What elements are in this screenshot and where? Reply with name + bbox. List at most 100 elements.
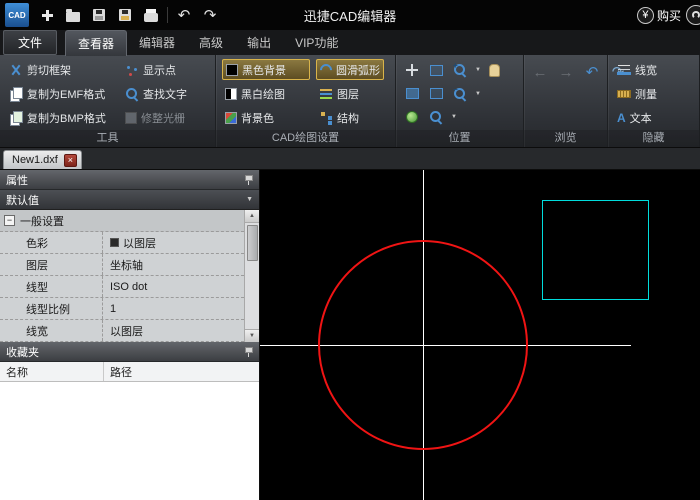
background-color-button[interactable]: 背景色 xyxy=(222,107,310,128)
buy-button[interactable]: ¥ 购买 xyxy=(636,6,681,24)
collapse-icon[interactable]: − xyxy=(4,215,15,226)
print-button[interactable] xyxy=(139,4,163,26)
hand-pan-button[interactable] xyxy=(485,60,505,80)
forward-arrow-icon: → xyxy=(558,63,574,81)
buy-label: 购买 xyxy=(656,8,681,23)
smooth-arc-button[interactable]: 圆滑弧形 xyxy=(316,59,384,80)
pan-icon xyxy=(405,63,419,77)
lineweight-value-text: 以图层 xyxy=(110,325,143,338)
line-width-label: 线宽 xyxy=(635,64,657,77)
find-text-button[interactable]: 查找文字 xyxy=(122,83,190,104)
black-background-icon xyxy=(226,63,238,76)
property-name: 线型比例 xyxy=(0,298,103,319)
zoom-all-dropdown-icon[interactable]: ▼ xyxy=(451,114,457,120)
ribbon: 剪切框架 复制为EMF格式 复制为BMP格式 显示点 查找文字 修整光栅 工具 … xyxy=(0,55,700,148)
property-value[interactable]: 以图层 xyxy=(103,232,244,253)
property-row-lineweight: 线宽 以图层 xyxy=(0,320,244,342)
property-name: 图层 xyxy=(0,254,103,275)
tab-editor[interactable]: 编辑器 xyxy=(127,30,187,55)
new-file-button[interactable] xyxy=(35,4,59,26)
hand-icon xyxy=(489,63,501,77)
scissors-icon xyxy=(9,63,23,77)
red-circle-entity[interactable] xyxy=(318,240,528,450)
pan-button[interactable] xyxy=(402,60,422,80)
property-value[interactable]: 1 xyxy=(103,298,244,319)
zoom-in-button[interactable]: + xyxy=(450,60,470,80)
pin-icon[interactable] xyxy=(244,174,253,185)
app-window: CAD ↶ ↷ 迅捷CAD编辑器 ¥ 购买 文件 查看器 编辑器 高级 输出 V… xyxy=(0,0,700,500)
measure-label: 测量 xyxy=(635,88,657,101)
layers-button[interactable]: 图层 xyxy=(316,83,384,104)
trim-raster-label: 修整光栅 xyxy=(141,112,185,125)
scrollbar-thumb[interactable] xyxy=(246,225,258,261)
tab-viewer[interactable]: 查看器 xyxy=(65,29,128,56)
structure-button[interactable]: 结构 xyxy=(316,107,384,128)
line-width-icon xyxy=(617,63,631,77)
zoom-selected-button[interactable] xyxy=(426,84,446,104)
save-button[interactable] xyxy=(87,4,111,26)
black-background-button[interactable]: 黑色背景 xyxy=(222,59,310,80)
text-button[interactable]: A 文本 xyxy=(614,107,660,128)
group-label-position: 位置 xyxy=(396,130,523,147)
save-as-button[interactable] xyxy=(113,4,137,26)
copy-emf-label: 复制为EMF格式 xyxy=(27,88,106,101)
line-width-button[interactable]: 线宽 xyxy=(614,59,660,80)
document-tab[interactable]: New1.dxf × xyxy=(3,150,82,169)
ribbon-tab-bar: 文件 查看器 编辑器 高级 输出 VIP功能 xyxy=(0,29,700,56)
layer-value-text: 坐标轴 xyxy=(110,259,143,272)
property-grid-scrollbar[interactable]: ▲ ▼ xyxy=(244,210,259,342)
property-value[interactable]: ISO dot xyxy=(103,276,244,297)
support-icon[interactable] xyxy=(686,5,700,25)
scroll-down-icon[interactable]: ▼ xyxy=(245,329,259,342)
bw-drawing-button[interactable]: 黑白绘图 xyxy=(222,83,310,104)
zoom-out-button[interactable]: − xyxy=(450,84,470,104)
view-undo-button[interactable]: ↶ xyxy=(582,62,602,82)
zoom-extents-icon xyxy=(405,88,419,99)
drawing-canvas[interactable] xyxy=(260,170,700,500)
property-group-row: − 一般设置 xyxy=(0,210,244,232)
globe-icon xyxy=(406,111,418,123)
titlebar-separator xyxy=(167,7,168,23)
preset-dropdown[interactable]: 默认值 ▼ xyxy=(0,190,259,210)
save-as-icon xyxy=(119,9,131,21)
properties-panel-header: 属性 xyxy=(0,170,259,190)
tab-advanced[interactable]: 高级 xyxy=(187,30,235,55)
zoom-extents-button[interactable] xyxy=(402,84,422,104)
cyan-rectangle-entity[interactable] xyxy=(542,200,649,300)
pin-icon[interactable] xyxy=(244,346,253,357)
zoom-window-button[interactable] xyxy=(426,60,446,80)
back-button: ← xyxy=(530,62,550,82)
minus-sign: − xyxy=(453,84,458,94)
view-3d-button[interactable] xyxy=(402,107,422,127)
close-tab-icon[interactable]: × xyxy=(63,153,77,167)
cut-frame-button[interactable]: 剪切框架 xyxy=(6,59,116,80)
show-points-button[interactable]: 显示点 xyxy=(122,59,190,80)
tab-vip[interactable]: VIP功能 xyxy=(283,30,350,55)
copy-emf-button[interactable]: 复制为EMF格式 xyxy=(6,83,116,104)
favorites-name-column[interactable]: 名称 xyxy=(0,362,104,381)
redo-icon: ↷ xyxy=(203,6,217,24)
show-points-label: 显示点 xyxy=(143,64,176,77)
undo-icon: ↶ xyxy=(177,6,191,24)
property-value[interactable]: 以图层 xyxy=(103,320,244,341)
app-logo[interactable]: CAD xyxy=(5,3,29,27)
zoom-all-button[interactable] xyxy=(426,107,446,127)
favorites-list-area[interactable] xyxy=(0,382,259,500)
property-name: 线宽 xyxy=(0,320,103,341)
tab-output[interactable]: 输出 xyxy=(235,30,283,55)
copy-bmp-label: 复制为BMP格式 xyxy=(27,112,106,125)
file-menu-button[interactable]: 文件 xyxy=(3,30,58,55)
open-file-button[interactable] xyxy=(61,4,85,26)
zoom-in-dropdown-icon[interactable]: ▼ xyxy=(475,67,481,73)
undo-button[interactable]: ↶ xyxy=(172,4,196,26)
redo-button[interactable]: ↷ xyxy=(198,4,222,26)
structure-icon xyxy=(319,111,333,125)
property-value[interactable]: 坐标轴 xyxy=(103,254,244,275)
property-group-label: 一般设置 xyxy=(20,215,64,228)
yen-icon: ¥ xyxy=(636,6,654,24)
copy-bmp-button[interactable]: 复制为BMP格式 xyxy=(6,107,116,128)
favorites-path-column[interactable]: 路径 xyxy=(104,362,132,381)
scroll-up-icon[interactable]: ▲ xyxy=(245,210,259,223)
zoom-out-dropdown-icon[interactable]: ▼ xyxy=(475,91,481,97)
measure-button[interactable]: 测量 xyxy=(614,83,660,104)
